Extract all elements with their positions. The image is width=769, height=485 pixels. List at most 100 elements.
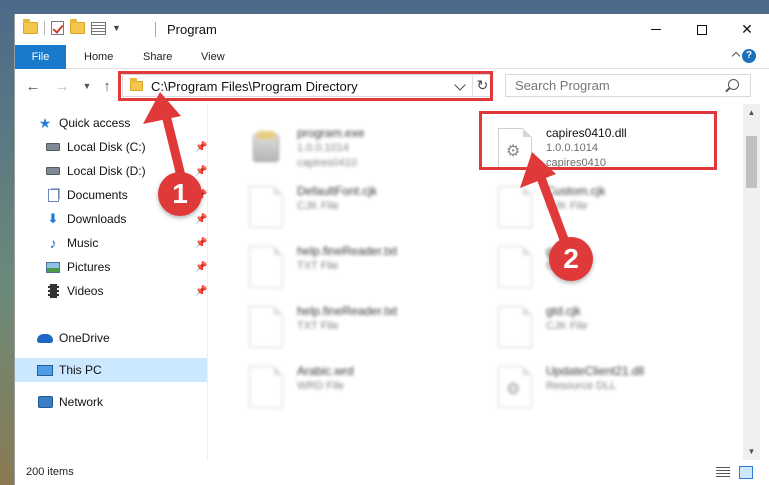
file-type: TXT File bbox=[297, 260, 339, 272]
customize-toolbar-arrow-icon[interactable]: ▼ bbox=[112, 23, 121, 33]
drive-icon bbox=[45, 140, 61, 154]
new-folder-icon[interactable] bbox=[70, 19, 85, 34]
file-icon bbox=[249, 366, 283, 408]
search-input[interactable] bbox=[506, 75, 721, 96]
sidebar-item-local-disk-d[interactable]: Local Disk (D:) 📌 bbox=[15, 159, 207, 183]
properties-check-icon[interactable] bbox=[51, 21, 64, 35]
forward-button[interactable]: → bbox=[52, 76, 72, 96]
file-icon bbox=[249, 246, 283, 288]
file-explorer-window: ▼ Program ✕ File Home Share View ? ← → ▼… bbox=[14, 14, 769, 485]
sidebar-item-onedrive[interactable]: OneDrive bbox=[15, 326, 207, 350]
close-button[interactable]: ✕ bbox=[724, 14, 769, 45]
downloads-icon: ⬇ bbox=[47, 211, 59, 226]
file-item[interactable]: Arabic.wrd WRD File bbox=[249, 360, 489, 418]
tab-share[interactable]: Share bbox=[143, 45, 172, 69]
scroll-down-icon[interactable]: ▼ bbox=[743, 443, 760, 460]
up-button[interactable]: ↑ bbox=[97, 76, 117, 96]
search-box[interactable] bbox=[505, 74, 751, 97]
sidebar-item-label: Music bbox=[67, 236, 99, 250]
status-bar: 200 items bbox=[15, 460, 769, 485]
dll-icon bbox=[498, 366, 532, 408]
address-bar[interactable]: C:\Program Files\Program Directory ↻ bbox=[122, 74, 492, 97]
file-name: program.exe bbox=[297, 126, 365, 140]
pin-icon[interactable]: 📌 bbox=[195, 214, 207, 225]
file-item[interactable]: UpdateClient21.dll Resource DLL bbox=[498, 360, 738, 418]
file-version: 1.0.0.1014 bbox=[297, 142, 349, 154]
sidebar-item-pictures[interactable]: Pictures 📌 bbox=[15, 255, 207, 279]
pin-icon[interactable]: 📌 bbox=[195, 286, 207, 297]
pin-icon[interactable]: 📌 bbox=[195, 238, 207, 249]
file-description: capires0410 bbox=[546, 157, 606, 169]
file-item-capires0410-dll[interactable]: capires0410.dll 1.0.0.1014 capires0410 bbox=[498, 122, 738, 180]
file-name: help.fineReader.txt bbox=[297, 304, 398, 318]
file-version: 1.0.0.1014 bbox=[546, 142, 598, 154]
vertical-scrollbar[interactable]: ▲ ▼ bbox=[743, 104, 760, 460]
scroll-thumb[interactable] bbox=[746, 136, 757, 188]
rename-icon[interactable] bbox=[91, 21, 106, 35]
file-item[interactable]: help.fineReader.txt TXT File bbox=[249, 240, 489, 298]
sidebar-item-local-disk-c[interactable]: Local Disk (C:) 📌 bbox=[15, 135, 207, 159]
tab-view[interactable]: View bbox=[201, 45, 225, 69]
file-item[interactable]: help.fineReader.txt TXT File bbox=[249, 300, 489, 358]
file-name: Custom.cjk bbox=[546, 184, 606, 198]
sidebar-item-label: Local Disk (C:) bbox=[67, 140, 146, 154]
sidebar-item-label: This PC bbox=[59, 363, 102, 377]
file-name: DefaultFont.cjk bbox=[297, 184, 378, 198]
file-type: CJK File bbox=[546, 260, 588, 272]
window-title: Program bbox=[167, 22, 217, 37]
sidebar-item-this-pc[interactable]: This PC bbox=[15, 358, 207, 382]
sidebar-item-network[interactable]: Network bbox=[15, 390, 207, 414]
file-item[interactable]: DefaultFont.cjk CJK File bbox=[249, 180, 489, 238]
maximize-button[interactable] bbox=[679, 14, 725, 45]
sidebar-item-videos[interactable]: Videos 📌 bbox=[15, 279, 207, 303]
tiles-view-icon[interactable] bbox=[739, 466, 753, 479]
search-icon[interactable] bbox=[728, 79, 739, 90]
star-icon: ★ bbox=[38, 114, 52, 131]
sidebar-item-downloads[interactable]: ⬇ Downloads 📌 bbox=[15, 207, 208, 231]
file-type: CJK File bbox=[546, 200, 588, 212]
tab-home[interactable]: Home bbox=[84, 45, 113, 69]
scroll-up-icon[interactable]: ▲ bbox=[743, 104, 760, 121]
help-icon[interactable]: ? bbox=[742, 49, 756, 63]
file-item[interactable]: Custom.cjk CJK File bbox=[498, 180, 738, 238]
file-type: WRD File bbox=[297, 380, 345, 392]
pin-icon[interactable]: 📌 bbox=[195, 166, 207, 177]
file-type: CJK File bbox=[297, 200, 339, 212]
pin-icon[interactable]: 📌 bbox=[195, 142, 207, 153]
refresh-button[interactable]: ↻ bbox=[472, 75, 492, 96]
address-path[interactable]: C:\Program Files\Program Directory bbox=[151, 79, 358, 94]
details-view-icon[interactable] bbox=[716, 467, 730, 478]
quick-access-toolbar: ▼ bbox=[23, 19, 121, 35]
minimize-button[interactable] bbox=[633, 14, 679, 45]
chevron-down-icon[interactable] bbox=[731, 51, 741, 61]
sidebar-item-label: Downloads bbox=[67, 212, 127, 226]
address-dropdown-icon[interactable] bbox=[454, 79, 466, 91]
arrow-up-icon: ↑ bbox=[103, 77, 111, 95]
sidebar-item-documents[interactable]: Documents 📌 bbox=[15, 183, 207, 207]
file-name: UpdateClient21.dll bbox=[546, 364, 645, 378]
ribbon-expand-help[interactable]: ? bbox=[731, 49, 756, 65]
title-separator bbox=[155, 22, 156, 37]
sidebar-item-quick-access[interactable]: ★ Quick access bbox=[15, 111, 207, 135]
file-name: Arabic.wrd bbox=[297, 364, 354, 378]
back-button[interactable]: ← bbox=[23, 76, 43, 96]
tab-file[interactable]: File bbox=[15, 45, 66, 69]
file-item[interactable]: gtd.cjk CJK File bbox=[498, 300, 738, 358]
navigation-bar: ← → ▼ ↑ C:\Program Files\Program Directo… bbox=[15, 70, 769, 103]
arrow-right-icon: → bbox=[54, 77, 70, 95]
recent-locations-button[interactable]: ▼ bbox=[77, 76, 97, 96]
ribbon-tabs: File Home Share View ? bbox=[15, 45, 769, 69]
file-icon bbox=[498, 246, 532, 288]
title-bar: ▼ Program ✕ bbox=[15, 14, 769, 45]
pin-icon[interactable]: 📌 bbox=[195, 262, 207, 273]
file-type: Resource DLL bbox=[546, 380, 617, 392]
sidebar-item-label: OneDrive bbox=[59, 331, 110, 345]
file-type: TXT File bbox=[297, 320, 339, 332]
file-item[interactable]: gtd.cjk CJK File bbox=[498, 240, 738, 298]
exe-icon bbox=[249, 128, 283, 170]
pin-icon[interactable]: 📌 bbox=[195, 190, 207, 201]
toolbar-separator bbox=[44, 21, 45, 35]
arrow-left-icon: ← bbox=[25, 77, 41, 95]
file-item-program-exe[interactable]: program.exe 1.0.0.1014 capires0410 bbox=[249, 122, 489, 180]
sidebar-item-music[interactable]: ♪ Music 📌 bbox=[15, 231, 208, 255]
